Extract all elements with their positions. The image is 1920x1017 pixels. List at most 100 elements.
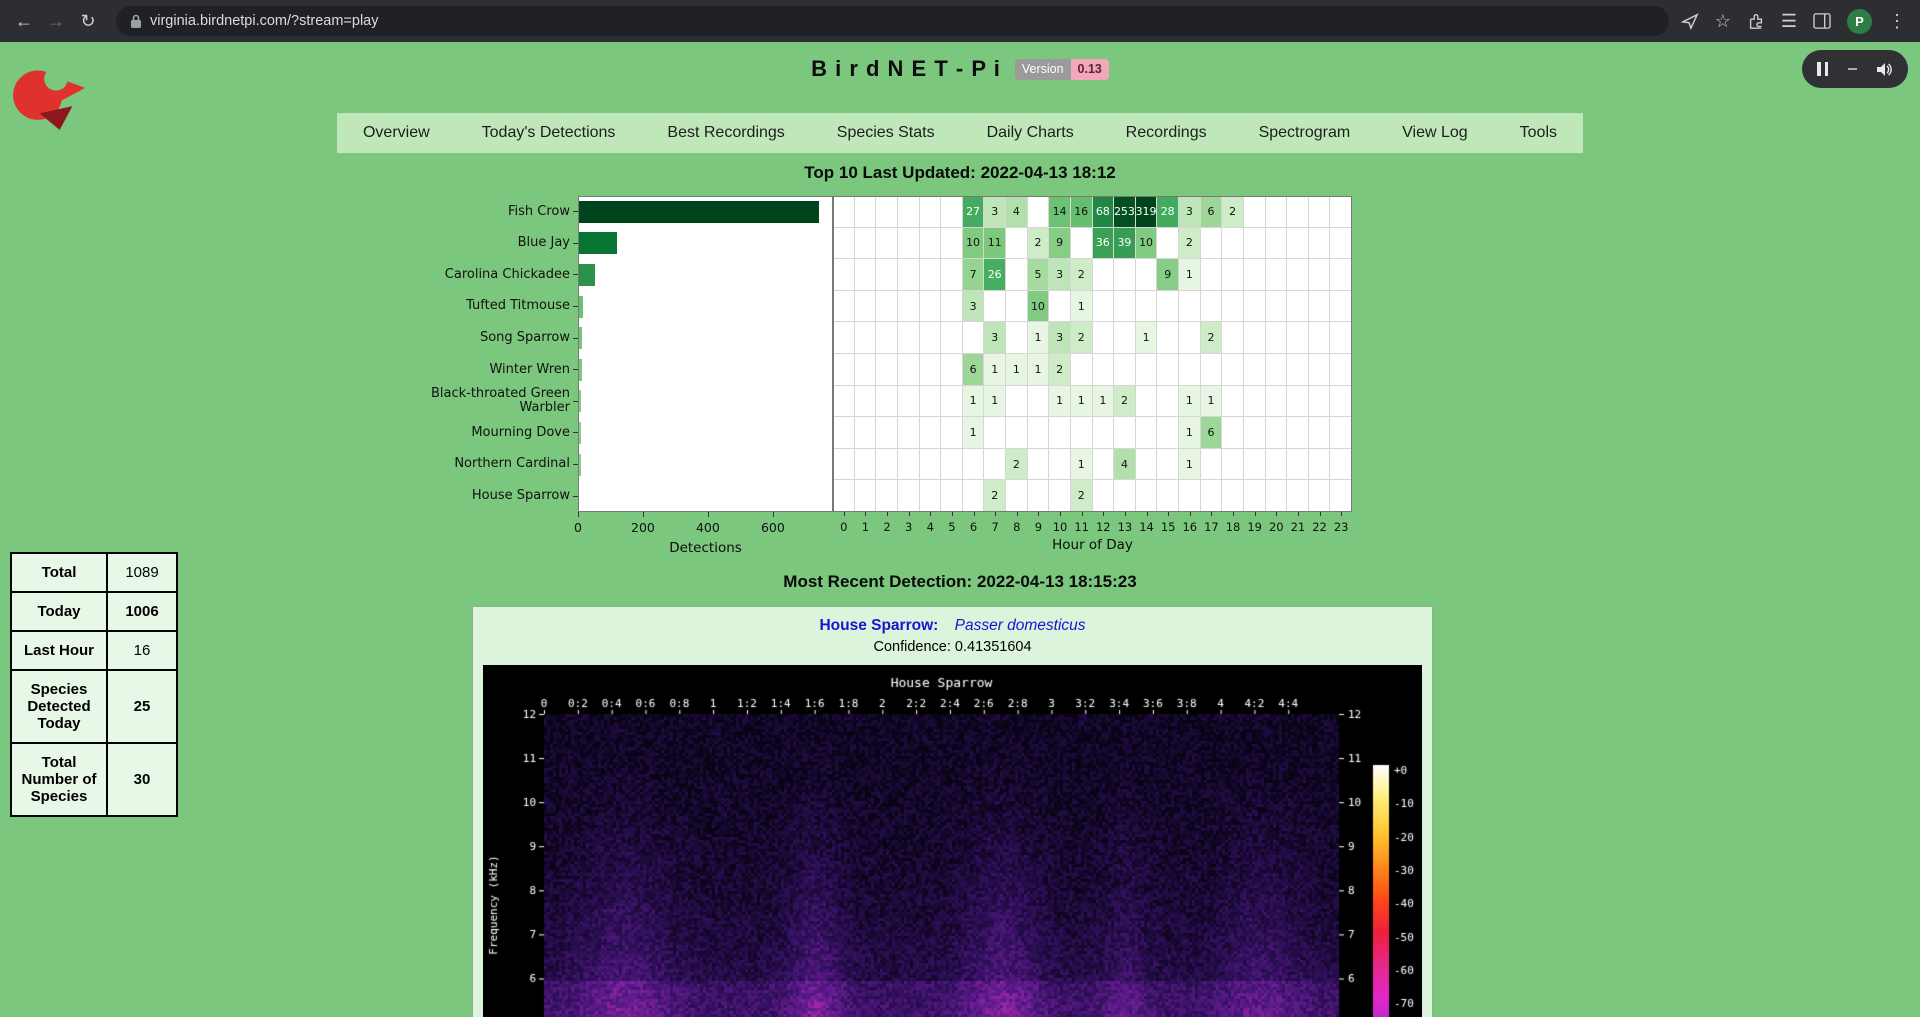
species-label: Tufted Titmouse bbox=[428, 291, 578, 323]
heatmap-cell-empty bbox=[1287, 291, 1309, 323]
nav-item-today-s-detections[interactable]: Today's Detections bbox=[476, 124, 622, 142]
heatmap-cell-empty bbox=[1330, 417, 1352, 449]
hour-tick bbox=[865, 512, 866, 516]
stats-row: Last Hour16 bbox=[11, 631, 177, 670]
detection-confidence-line: Confidence: 0.41351604 bbox=[473, 639, 1432, 655]
pause-icon[interactable] bbox=[1817, 62, 1828, 76]
heatmap-cell: 1 bbox=[984, 386, 1006, 418]
heatmap-cell-empty bbox=[1244, 417, 1266, 449]
hour-tick-label: 20 bbox=[1266, 520, 1287, 534]
heatmap-cell-empty bbox=[898, 354, 920, 386]
heatmap-cell-empty bbox=[1287, 417, 1309, 449]
heatmap-cell-empty bbox=[1266, 259, 1288, 291]
heatmap-cell-empty bbox=[1028, 386, 1050, 418]
reading-list-icon[interactable]: ☰ bbox=[1781, 11, 1797, 32]
heatmap-cell-empty bbox=[1222, 386, 1244, 418]
volume-icon[interactable] bbox=[1876, 62, 1893, 77]
heatmap-cell-empty bbox=[941, 259, 963, 291]
menu-kebab-icon[interactable]: ⋮ bbox=[1888, 11, 1906, 32]
stats-row: Total Number of Species30 bbox=[11, 743, 177, 816]
heatmap-cell: 1 bbox=[1006, 354, 1028, 386]
stat-value[interactable]: 30 bbox=[107, 743, 177, 816]
nav-item-best-recordings[interactable]: Best Recordings bbox=[661, 124, 790, 142]
nav-item-species-stats[interactable]: Species Stats bbox=[831, 124, 941, 142]
recent-heading-value: 2022-04-13 18:15:23 bbox=[977, 572, 1137, 591]
back-icon[interactable]: ← bbox=[8, 11, 40, 32]
stat-value[interactable]: 1006 bbox=[107, 592, 177, 631]
hour-tick bbox=[1190, 512, 1191, 516]
heatmap-cell-empty bbox=[1330, 354, 1352, 386]
nav-item-daily-charts[interactable]: Daily Charts bbox=[981, 124, 1080, 142]
species-label: Black-throated Green Warbler bbox=[428, 386, 578, 418]
heatmap-cell-empty bbox=[1309, 480, 1331, 512]
stat-value[interactable]: 25 bbox=[107, 670, 177, 743]
heatmap-cell-empty bbox=[833, 228, 855, 260]
heatmap-cell: 1 bbox=[1201, 386, 1223, 418]
hour-tick-label: 15 bbox=[1158, 520, 1179, 534]
nav-item-recordings[interactable]: Recordings bbox=[1120, 124, 1213, 142]
detections-bar bbox=[578, 264, 595, 286]
hour-tick-label: 22 bbox=[1309, 520, 1330, 534]
detection-species-common[interactable]: House Sparrow: bbox=[819, 617, 938, 634]
heatmap-cell-empty bbox=[1309, 291, 1331, 323]
heatmap-cell-empty bbox=[920, 291, 942, 323]
nav-item-view-log[interactable]: View Log bbox=[1396, 124, 1474, 142]
nav-item-spectrogram[interactable]: Spectrogram bbox=[1253, 124, 1357, 142]
heatmap-cell-empty bbox=[963, 480, 985, 512]
send-icon[interactable] bbox=[1681, 12, 1699, 30]
extensions-icon[interactable] bbox=[1747, 12, 1765, 30]
heatmap-cell-empty bbox=[898, 417, 920, 449]
bar-axis-title: Detections bbox=[578, 540, 833, 556]
heatmap-cell-empty bbox=[1201, 480, 1223, 512]
heatmap-cell-empty bbox=[941, 196, 963, 228]
heatmap-cell-empty bbox=[1179, 354, 1201, 386]
detection-card: House Sparrow: Passer domesticus Confide… bbox=[472, 606, 1433, 1017]
heatmap-cell-empty bbox=[920, 417, 942, 449]
heatmap-cell-empty bbox=[1309, 386, 1331, 418]
heatmap-cell-empty bbox=[876, 354, 898, 386]
hour-tick-label: 19 bbox=[1244, 520, 1265, 534]
hour-tick bbox=[1211, 512, 1212, 516]
audio-player[interactable] bbox=[1802, 50, 1908, 88]
nav-item-tools[interactable]: Tools bbox=[1514, 124, 1563, 142]
profile-avatar[interactable]: P bbox=[1847, 9, 1872, 34]
heatmap-cell: 1 bbox=[1179, 259, 1201, 291]
heatmap-cell-empty bbox=[1330, 259, 1352, 291]
chart-row: Blue Jay1011293639102 bbox=[428, 228, 1352, 260]
bookmark-star-icon[interactable]: ☆ bbox=[1715, 11, 1731, 32]
hour-tick-label: 5 bbox=[941, 520, 962, 534]
heatmap-cell-empty bbox=[898, 196, 920, 228]
heatmap-cell-empty bbox=[920, 259, 942, 291]
x-tick-label: 400 bbox=[688, 520, 728, 535]
detections-bar bbox=[578, 201, 819, 223]
heatmap-cell: 3 bbox=[1049, 259, 1071, 291]
heatmap-cell-empty bbox=[833, 354, 855, 386]
chart-row: Song Sparrow313212 bbox=[428, 322, 1352, 354]
refresh-icon[interactable]: ↻ bbox=[72, 11, 104, 32]
hour-tick bbox=[1320, 512, 1321, 516]
heatmap-cell-empty bbox=[920, 322, 942, 354]
heatmap-cell: 1 bbox=[1028, 354, 1050, 386]
hour-tick-label: 10 bbox=[1050, 520, 1071, 534]
heatmap-cell-empty bbox=[1266, 480, 1288, 512]
heatmap-cell-empty bbox=[876, 480, 898, 512]
detections-bar bbox=[578, 327, 582, 349]
confidence-label: Confidence: bbox=[873, 639, 950, 655]
heatmap-cell-empty bbox=[1157, 449, 1179, 481]
heatmap-cell-empty bbox=[920, 228, 942, 260]
heatmap-cell: 1 bbox=[1071, 291, 1093, 323]
side-panel-icon[interactable] bbox=[1813, 13, 1831, 29]
heatmap-cell: 68 bbox=[1093, 196, 1115, 228]
forward-icon[interactable]: → bbox=[40, 11, 72, 32]
page-header: B i r d N E T - P i Version 0.13 bbox=[0, 56, 1920, 82]
heatmap-cell: 253 bbox=[1114, 196, 1136, 228]
address-bar[interactable]: virginia.birdnetpi.com/?stream=play bbox=[116, 6, 1669, 36]
heatmap-cell: 10 bbox=[1136, 228, 1158, 260]
heatmap-cell-empty bbox=[1201, 354, 1223, 386]
hour-tick-label: 13 bbox=[1114, 520, 1135, 534]
nav-item-overview[interactable]: Overview bbox=[357, 124, 436, 142]
species-label: Song Sparrow bbox=[428, 322, 578, 354]
top10-chart-axes: Detections Hour of Day 02004006000123456… bbox=[428, 512, 1352, 572]
heatmap-cell-empty bbox=[920, 354, 942, 386]
hour-tick bbox=[887, 512, 888, 516]
